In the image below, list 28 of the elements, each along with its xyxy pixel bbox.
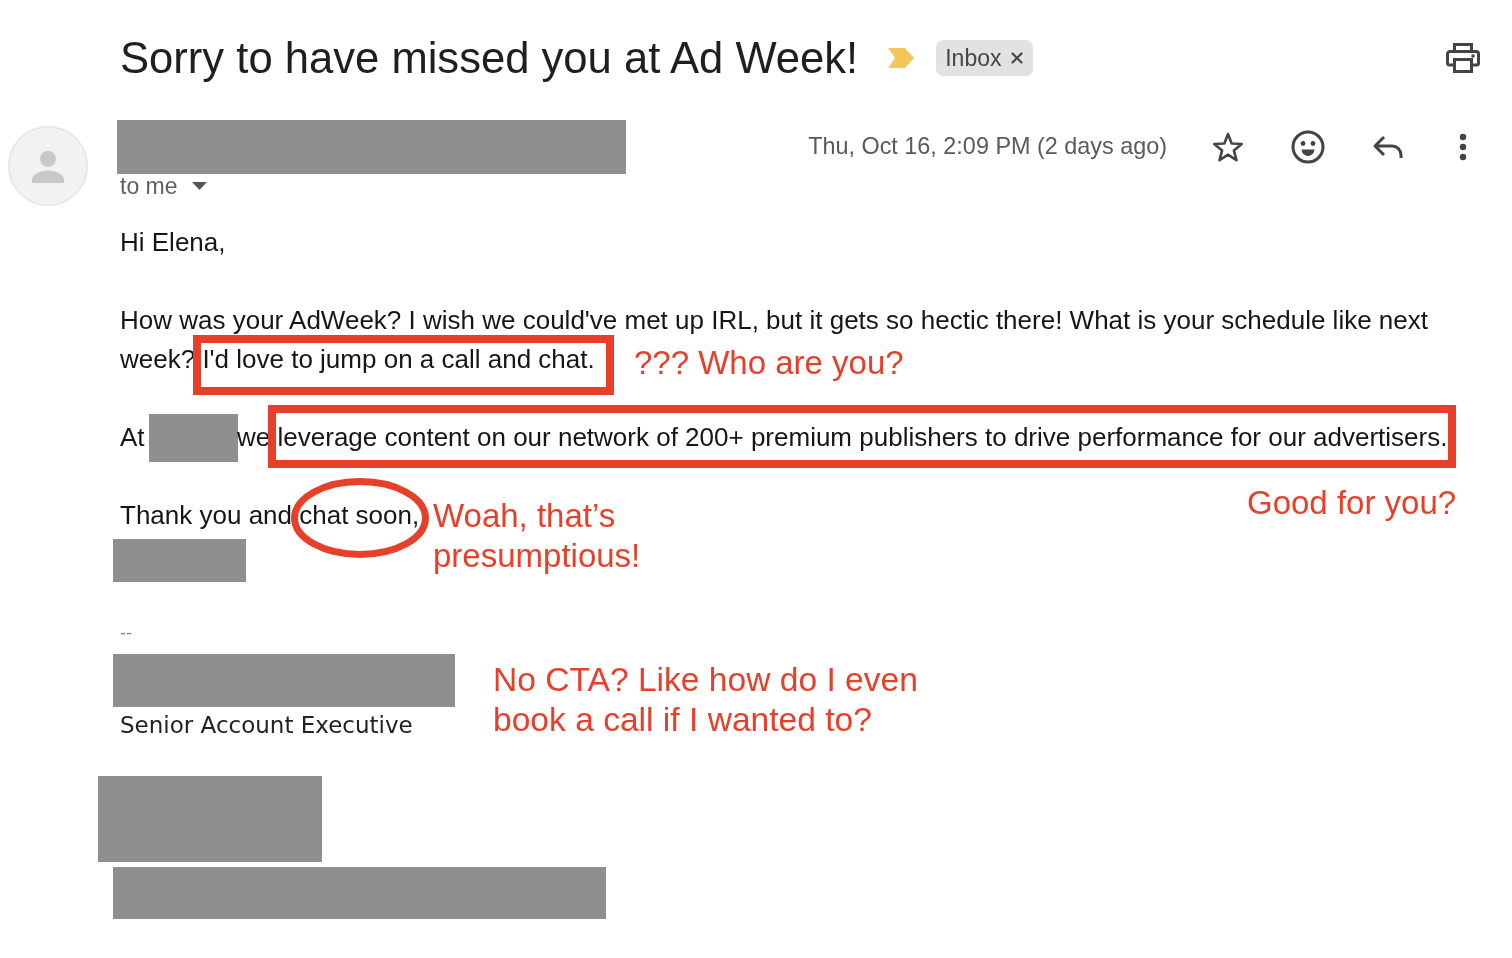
more-options-icon[interactable]: [1459, 133, 1467, 161]
body-text: How was your AdWeek? I wish we could've met up IRL, but it gets so hectic there! What is your schedule like next: [120, 305, 1428, 335]
close-icon[interactable]: [1010, 52, 1023, 64]
signature-title: Senior Account Executive: [120, 711, 413, 739]
smiley-icon[interactable]: [1291, 130, 1325, 164]
star-icon[interactable]: [1212, 131, 1244, 163]
annotation-note: Good for you?: [1247, 483, 1457, 523]
body-text: week?: [120, 344, 196, 374]
date-text: Thu, Oct 16, 2:09 PM (2 days ago): [808, 132, 1167, 162]
signature-separator: --: [120, 622, 132, 645]
body-text: we: [237, 422, 271, 452]
caret-icon[interactable]: [191, 182, 207, 190]
body-text: chat soon,: [299, 500, 420, 530]
annotation-note: No CTA? Like how do I even book a call if I wanted to?: [493, 660, 919, 740]
annotation-note: Woah, that’s presumptious!: [433, 496, 642, 576]
body-text: I'd love to jump on a call and chat.: [202, 344, 595, 374]
label-text: Inbox: [945, 46, 1002, 70]
body-text: Thank you and: [120, 500, 292, 530]
recipient-text: to me: [120, 174, 178, 198]
email-subject: Sorry to have missed you at Ad Week!: [120, 32, 859, 84]
print-icon[interactable]: [1446, 43, 1480, 73]
avatar-icon: [8, 126, 88, 206]
body-text: leverage content on our network of 200+ premium publishers to drive performance for our advertisers.: [277, 422, 1448, 452]
chevron-marker-icon[interactable]: [888, 48, 915, 68]
body-text: At: [120, 422, 145, 452]
body-text: Hi Elena,: [120, 227, 226, 257]
reply-icon[interactable]: [1372, 134, 1404, 160]
annotation-note: ??? Who are you?: [634, 343, 904, 383]
